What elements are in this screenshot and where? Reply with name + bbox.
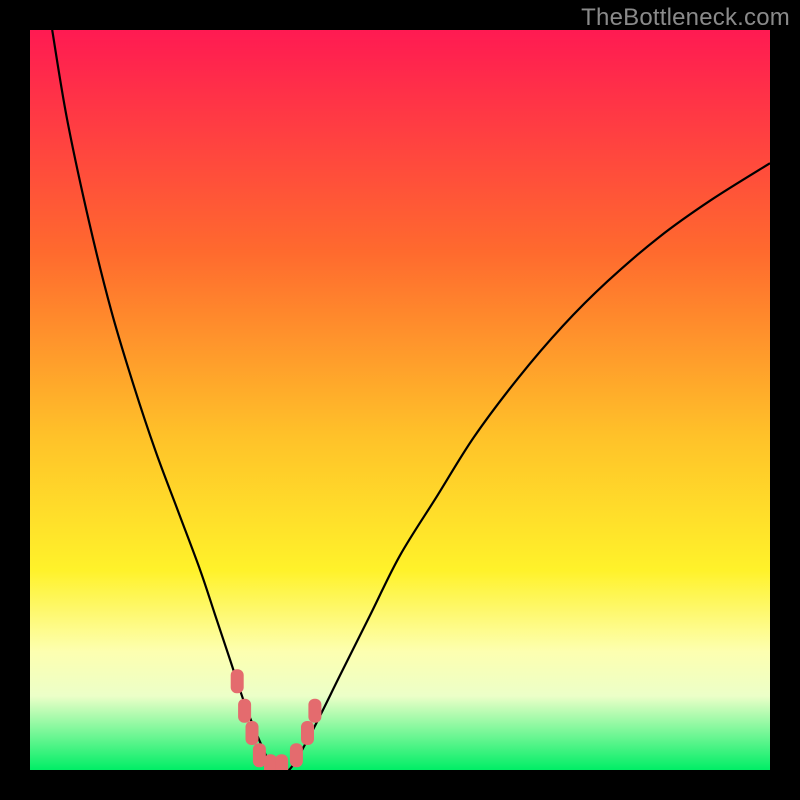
curve-marker xyxy=(290,743,303,767)
curve-marker xyxy=(231,669,244,693)
outer-frame: TheBottleneck.com xyxy=(0,0,800,800)
bottleneck-chart xyxy=(30,30,770,770)
curve-marker xyxy=(308,699,321,723)
curve-marker xyxy=(253,743,266,767)
curve-marker xyxy=(246,721,259,745)
curve-marker xyxy=(301,721,314,745)
curve-marker xyxy=(264,754,277,770)
curve-marker xyxy=(238,699,251,723)
gradient-background xyxy=(30,30,770,770)
curve-marker xyxy=(275,754,288,770)
chart-area xyxy=(30,30,770,770)
watermark-text: TheBottleneck.com xyxy=(581,4,790,32)
